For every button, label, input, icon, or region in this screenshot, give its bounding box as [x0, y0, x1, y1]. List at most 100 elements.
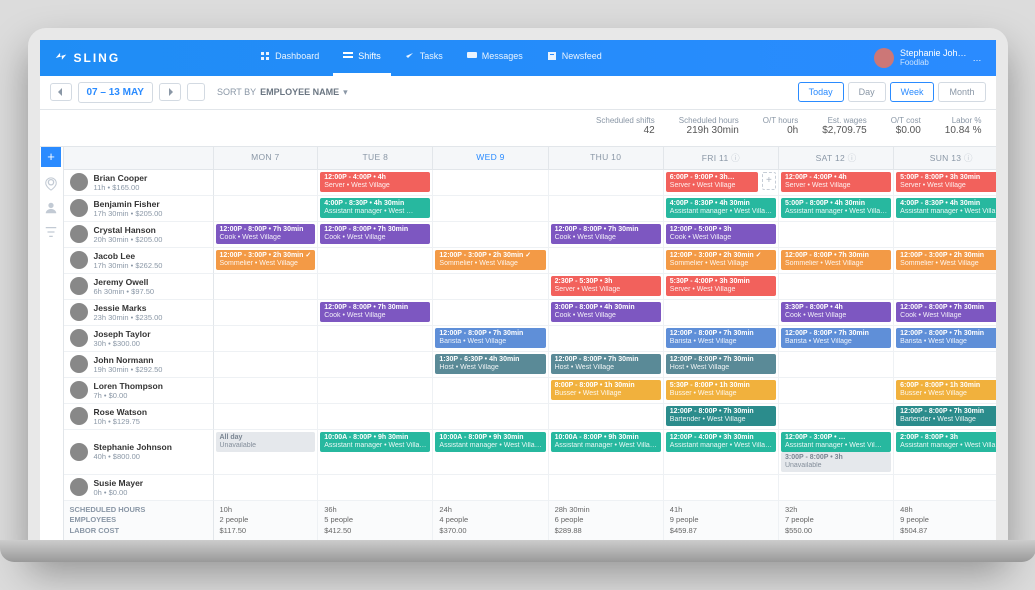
- shift-block[interactable]: 1:30P - 6:30P • 4h 30minHost • West Vill…: [435, 354, 545, 374]
- shift-block[interactable]: 10:00A - 8:00P • 9h 30minAssistant manag…: [320, 432, 430, 452]
- schedule-cell[interactable]: [214, 274, 319, 300]
- employee-row-header[interactable]: Benjamin Fisher17h 30min • $205.00: [64, 196, 214, 222]
- schedule-cell[interactable]: [779, 352, 894, 378]
- schedule-cell[interactable]: [779, 378, 894, 404]
- shift-block[interactable]: 12:00P - 8:00P • 7h 30minCook • West Vil…: [320, 302, 430, 322]
- multi-select-toggle[interactable]: [187, 83, 205, 101]
- schedule-cell[interactable]: 5:00P - 8:00P • 3h 30minServer • West Vi…: [894, 170, 995, 196]
- schedule-cell[interactable]: 12:00P - 3:00P • 2h 30min ✓Sommelier • W…: [433, 248, 548, 274]
- nav-dashboard[interactable]: Dashboard: [250, 40, 329, 76]
- shift-block[interactable]: 12:00P - 8:00P • 7h 30minBarista • West …: [896, 328, 995, 348]
- schedule-cell[interactable]: [779, 475, 894, 501]
- schedule-cell[interactable]: 12:00P - 8:00P • 7h 30minBarista • West …: [433, 326, 548, 352]
- shift-block[interactable]: 6:00P - 8:00P • 1h 30minBusser • West Vi…: [896, 380, 995, 400]
- employee-row-header[interactable]: Jeremy Owell6h 30min • $97.50: [64, 274, 214, 300]
- schedule-cell[interactable]: 12:00P - 8:00P • 7h 30minCook • West Vil…: [214, 222, 319, 248]
- schedule-cell[interactable]: [318, 274, 433, 300]
- schedule-cell[interactable]: All dayUnavailable: [214, 430, 319, 475]
- schedule-cell[interactable]: [318, 248, 433, 274]
- schedule-cell[interactable]: 5:30P - 8:00P • 1h 30minBusser • West Vi…: [664, 378, 779, 404]
- next-week-button[interactable]: [159, 83, 181, 101]
- schedule-cell[interactable]: [433, 170, 548, 196]
- schedule-cell[interactable]: [318, 326, 433, 352]
- nav-tasks[interactable]: Tasks: [395, 40, 453, 76]
- schedule-cell[interactable]: [779, 404, 894, 430]
- employee-row-header[interactable]: Susie Mayer0h • $0.00: [64, 475, 214, 501]
- schedule-cell[interactable]: 2:00P - 8:00P • 3hAssistant manager • We…: [894, 430, 995, 475]
- schedule-cell[interactable]: [214, 300, 319, 326]
- schedule-cell[interactable]: [433, 404, 548, 430]
- shift-block[interactable]: 12:00P - 3:00P • 2h 30min ✓Sommelier • W…: [216, 250, 316, 270]
- date-range[interactable]: 07 – 13 MAY: [78, 82, 153, 103]
- shift-block[interactable]: 2:00P - 8:00P • 3hAssistant manager • We…: [896, 432, 995, 452]
- shift-block[interactable]: 12:00P - 8:00P • 7h 30minHost • West Vil…: [551, 354, 661, 374]
- schedule-cell[interactable]: 3:00P - 8:00P • 4h 30minCook • West Vill…: [549, 300, 664, 326]
- schedule-cell[interactable]: [894, 274, 995, 300]
- schedule-cell[interactable]: 12:00P - 8:00P • 7h 30minHost • West Vil…: [549, 352, 664, 378]
- schedule-cell[interactable]: [214, 475, 319, 501]
- shift-block[interactable]: 12:00P - 8:00P • 7h 30minCook • West Vil…: [216, 224, 316, 244]
- schedule-cell[interactable]: 10:00A - 8:00P • 9h 30minAssistant manag…: [318, 430, 433, 475]
- schedule-cell[interactable]: [214, 326, 319, 352]
- shift-block[interactable]: 12:00P - 4:00P • 4hServer • West Village: [781, 172, 891, 192]
- schedule-cell[interactable]: 2:30P - 5:30P • 3hServer • West Village: [549, 274, 664, 300]
- employee-row-header[interactable]: Rose Watson10h • $129.75: [64, 404, 214, 430]
- schedule-cell[interactable]: 12:00P - 3:00P • 2h 30minSommelier • Wes…: [894, 248, 995, 274]
- shift-block[interactable]: 12:00P - 3:00P • 2h 30minSommelier • Wes…: [896, 250, 995, 270]
- schedule-cell[interactable]: 12:00P - 8:00P • 7h 30minCook • West Vil…: [549, 222, 664, 248]
- day-header[interactable]: FRI 11 ⓘ: [664, 147, 779, 170]
- nav-shifts[interactable]: Shifts: [333, 40, 391, 76]
- schedule-cell[interactable]: 6:00P - 8:00P • 1h 30minBusser • West Vi…: [894, 378, 995, 404]
- shift-block[interactable]: 2:30P - 5:30P • 3hServer • West Village: [551, 276, 661, 296]
- location-icon[interactable]: [44, 177, 58, 191]
- shift-block[interactable]: 5:30P - 4:00P • 3h 30minServer • West Vi…: [666, 276, 776, 296]
- schedule-cell[interactable]: 8:00P - 8:00P • 1h 30minBusser • West Vi…: [549, 378, 664, 404]
- schedule-cell[interactable]: [779, 274, 894, 300]
- schedule-cell[interactable]: 5:30P - 4:00P • 3h 30minServer • West Vi…: [664, 274, 779, 300]
- week-view-button[interactable]: Week: [890, 82, 935, 102]
- schedule-cell[interactable]: 12:00P - 3:00P • 2h 30min ✓Sommelier • W…: [214, 248, 319, 274]
- shift-block[interactable]: 12:00P - 8:00P • 7h 30minCook • West Vil…: [896, 302, 995, 322]
- prev-week-button[interactable]: [50, 83, 72, 101]
- schedule-cell[interactable]: 4:00P - 8:30P • 4h 30minAssistant manage…: [318, 196, 433, 222]
- employee-row-header[interactable]: Brian Cooper11h • $165.00: [64, 170, 214, 196]
- employee-row-header[interactable]: Joseph Taylor30h • $300.00: [64, 326, 214, 352]
- schedule-cell[interactable]: 12:00P - 3:00P • 2h 30min ✓Sommelier • W…: [664, 248, 779, 274]
- schedule-cell[interactable]: [433, 300, 548, 326]
- schedule-cell[interactable]: 12:00P - 8:00P • 7h 30minBarista • West …: [779, 326, 894, 352]
- schedule-cell[interactable]: 12:00P - 4:00P • 4hServer • West Village: [318, 170, 433, 196]
- schedule-cell[interactable]: 12:00P - 8:00P • 7h 30minSommelier • Wes…: [779, 248, 894, 274]
- schedule-cell[interactable]: 5:00P - 8:00P • 4h 30minAssistant manage…: [779, 196, 894, 222]
- today-button[interactable]: Today: [798, 82, 844, 102]
- schedule-cell[interactable]: [779, 222, 894, 248]
- sort-by[interactable]: SORT BY EMPLOYEE NAME ▾: [211, 83, 354, 102]
- schedule-cell[interactable]: 12:00P - 4:00P • 4hServer • West Village: [779, 170, 894, 196]
- schedule-cell[interactable]: 6:00P - 9:00P • 3h…Server • West Village…: [664, 170, 779, 196]
- schedule-cell[interactable]: [894, 475, 995, 501]
- month-view-button[interactable]: Month: [938, 82, 985, 102]
- shift-block[interactable]: 3:00P - 1h: [551, 328, 661, 340]
- shift-block[interactable]: 12:00P - 8:00P • 7h 30minBarista • West …: [781, 328, 891, 348]
- schedule-cell[interactable]: [549, 196, 664, 222]
- shift-block[interactable]: 12:00P - 4:00P • 3h 30minAssistant manag…: [666, 432, 776, 452]
- shift-block[interactable]: 4:00P - 8:30P • 4h 30minAssistant manage…: [896, 198, 995, 218]
- day-view-button[interactable]: Day: [848, 82, 886, 102]
- schedule-cell[interactable]: [433, 475, 548, 501]
- schedule-cell[interactable]: 12:00P - 8:00P • 7h 30minBarista • West …: [894, 326, 995, 352]
- shift-block[interactable]: 5:00P - 8:00P • 3h 30minServer • West Vi…: [896, 172, 995, 192]
- user-menu[interactable]: Stephanie Joh… Foodlab …: [874, 48, 982, 68]
- schedule-cell[interactable]: 12:00P - 8:00P • 7h 30minBartender • Wes…: [894, 404, 995, 430]
- employee-row-header[interactable]: Loren Thompson7h • $0.00: [64, 378, 214, 404]
- shift-block[interactable]: 3:30P - 8:00P • 4hCook • West Village: [781, 302, 891, 322]
- schedule-cell[interactable]: 1:30P - 6:30P • 4h 30minHost • West Vill…: [433, 352, 548, 378]
- schedule-cell[interactable]: 12:00P - 8:00P • 7h 30minCook • West Vil…: [318, 222, 433, 248]
- employee-row-header[interactable]: Jessie Marks23h 30min • $235.00: [64, 300, 214, 326]
- employee-row-header[interactable]: John Normann19h 30min • $292.50: [64, 352, 214, 378]
- schedule-cell[interactable]: 12:00P - 5:00P • 3hCook • West Village: [664, 222, 779, 248]
- shift-block[interactable]: 3:00P - 8:00P • 3hUnavailable: [781, 452, 891, 472]
- shift-block[interactable]: 12:00P - 4:00P • 4hServer • West Village: [320, 172, 430, 192]
- schedule-cell[interactable]: 10:00A - 8:00P • 9h 30minAssistant manag…: [433, 430, 548, 475]
- shift-block[interactable]: 12:00P - 3:00P • 2h 30min ✓Sommelier • W…: [666, 250, 776, 270]
- day-header[interactable]: SUN 13 ⓘ: [894, 147, 995, 170]
- shift-block[interactable]: 3:00P - 8:00P • 4h 30minCook • West Vill…: [551, 302, 661, 322]
